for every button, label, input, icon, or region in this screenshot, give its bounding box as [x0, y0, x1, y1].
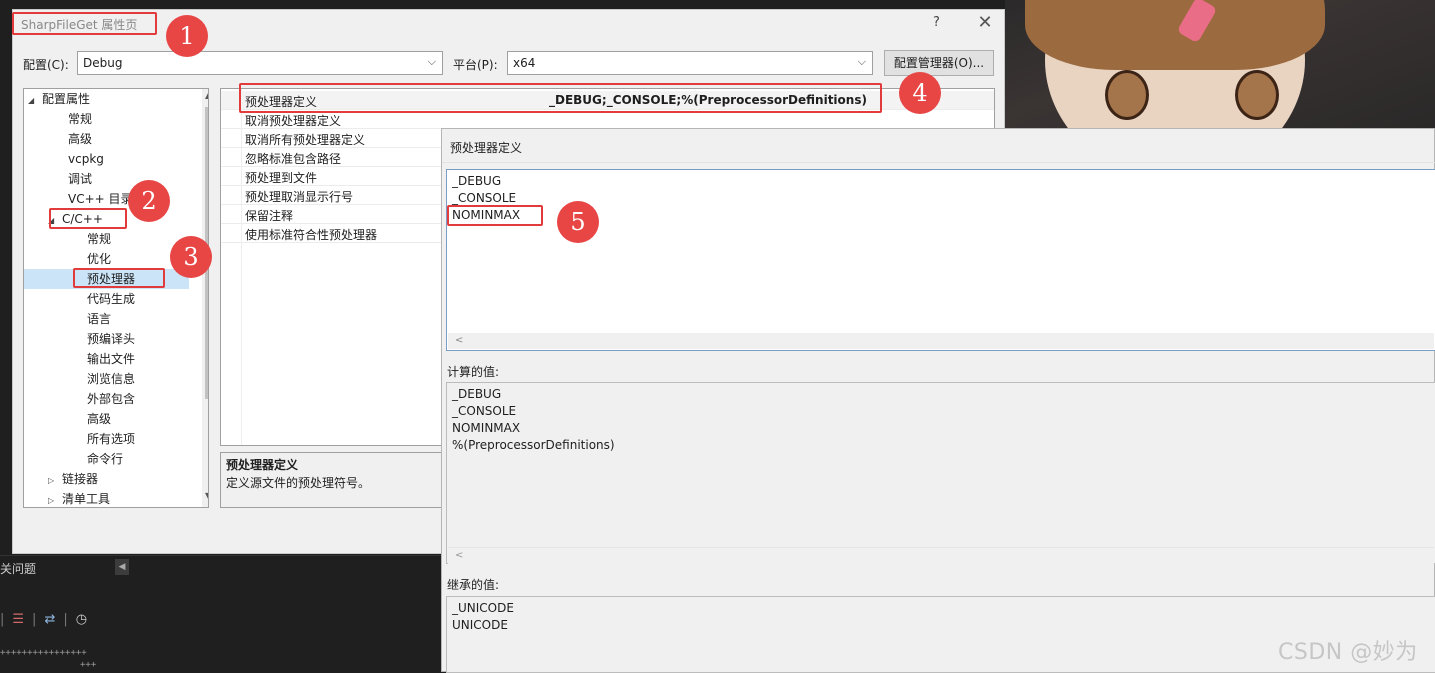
delete-list-icon[interactable]: ☰	[12, 612, 24, 627]
anime-hair	[1025, 0, 1325, 70]
tree-item-cpp-advanced[interactable]: 高级	[87, 409, 111, 429]
collapsed-arrow-icon[interactable]: ▷	[48, 471, 62, 491]
sub-dialog-title: 预处理器定义	[450, 141, 523, 155]
tree-item-label: 链接器	[62, 472, 99, 486]
scroll-left-icon[interactable]: <	[455, 335, 463, 346]
edit-line: _CONSOLE	[452, 191, 517, 205]
tree-item-general[interactable]: 常规	[68, 109, 92, 129]
inherited-values-label: 继承的值:	[447, 578, 500, 592]
grid-row-name: 保留注释	[245, 209, 294, 223]
scroll-down-icon[interactable]: ▼	[205, 491, 208, 500]
watermark: CSDN @妙为	[1278, 640, 1418, 665]
tree-item-command-line[interactable]: 命令行	[87, 449, 123, 469]
config-select[interactable]: Debug ⌵	[77, 51, 443, 75]
separator: |	[63, 611, 68, 627]
definitions-edit-area[interactable]: _DEBUG _CONSOLE NOMINMAX <	[446, 169, 1435, 351]
divider	[442, 162, 1435, 163]
annotation-badge-2: 2	[128, 180, 170, 222]
annotation-box-cpp	[49, 208, 127, 229]
grid-row-name: 预处理取消显示行号	[245, 190, 354, 204]
close-button[interactable]: ✕	[975, 12, 995, 33]
description-title: 预处理器定义	[226, 458, 299, 472]
anime-wallpaper	[1005, 0, 1435, 180]
config-manager-button[interactable]: 配置管理器(O)...	[884, 50, 994, 76]
grid-row-name: 预处理到文件	[245, 171, 318, 185]
annotation-badge-3: 3	[170, 236, 212, 278]
tree-item-optimization[interactable]: 优化	[87, 249, 111, 269]
computed-values-label: 计算的值:	[447, 365, 500, 379]
separator: |	[0, 611, 5, 627]
tree-item-label: 清单工具	[62, 492, 111, 506]
swap-icon[interactable]: ⇄	[44, 612, 55, 627]
collapsed-arrow-icon[interactable]: ▷	[48, 491, 62, 507]
grid-row-name: 取消所有预处理器定义	[245, 133, 366, 147]
tree-item-manifest-tool[interactable]: ▷ 清单工具	[48, 489, 111, 507]
grid-row-name: 使用标准符合性预处理器	[245, 228, 378, 242]
computed-line: %(PreprocessorDefinitions)	[452, 438, 615, 452]
tree-item-all-options[interactable]: 所有选项	[87, 429, 135, 449]
property-tree: ◢ 配置属性 常规 高级 vcpkg 调试 VC++ 目录 ◢ C/C++ 常规 优…	[23, 88, 209, 508]
chevron-down-icon: ⌵	[427, 55, 436, 68]
output-line: +++	[80, 660, 97, 670]
platform-label: 平台(P):	[453, 58, 498, 72]
anime-eye-right	[1235, 70, 1279, 120]
description-panel: 预处理器定义 定义源文件的预处理符号。	[220, 452, 455, 508]
tree-item-label: 配置属性	[42, 92, 91, 106]
config-value: Debug	[83, 56, 123, 70]
panel-toolbar: | ☰ | ⇄ | ◷	[0, 608, 87, 630]
help-button[interactable]: ?	[933, 15, 940, 30]
problems-tab-label[interactable]: 关问题	[0, 560, 36, 577]
annotation-badge-5: 5	[557, 201, 599, 243]
tree-item-language[interactable]: 语言	[87, 309, 111, 329]
expanded-arrow-icon[interactable]: ◢	[28, 91, 42, 111]
scroll-left-icon[interactable]: <	[455, 550, 463, 561]
platform-value: x64	[513, 56, 536, 70]
output-line: ++++++++++++++++	[0, 648, 87, 658]
tree-item-browse-info[interactable]: 浏览信息	[87, 369, 135, 389]
tree-item-precompiled-headers[interactable]: 预编译头	[87, 329, 135, 349]
computed-line: _DEBUG	[452, 387, 502, 401]
anime-eye-left	[1105, 70, 1149, 120]
tree-item-linker[interactable]: ▷ 链接器	[48, 469, 98, 489]
chevron-down-icon: ⌵	[857, 55, 866, 68]
inherited-line: _UNICODE	[452, 601, 514, 615]
annotation-box-preprocessor	[73, 268, 165, 288]
tree-item-vc-directories[interactable]: VC++ 目录	[68, 189, 133, 209]
edit-line: _DEBUG	[452, 174, 502, 188]
config-label: 配置(C):	[23, 58, 69, 72]
annotation-badge-1: 1	[166, 15, 208, 57]
scroll-up-icon[interactable]: ▲	[205, 91, 208, 100]
computed-horizontal-scrollbar[interactable]: <	[448, 547, 1434, 564]
tree-item-vcpkg[interactable]: vcpkg	[68, 149, 104, 169]
inherited-line: UNICODE	[452, 618, 508, 632]
tree-item-cpp-general[interactable]: 常规	[87, 229, 111, 249]
description-text: 定义源文件的预处理符号。	[226, 476, 371, 490]
tree-item-advanced[interactable]: 高级	[68, 129, 92, 149]
clock-icon[interactable]: ◷	[76, 612, 87, 627]
grid-row-name: 忽略标准包含路径	[245, 152, 342, 166]
panel-scroll-left-button[interactable]: ◀	[115, 559, 129, 575]
annotation-box-title	[12, 12, 157, 35]
tree-item-config-properties[interactable]: ◢ 配置属性	[28, 89, 90, 109]
grid-row-name: 取消预处理器定义	[245, 114, 342, 128]
annotation-box-definition-row	[239, 83, 882, 113]
edit-horizontal-scrollbar[interactable]: <	[448, 333, 1434, 349]
tree-item-debugging[interactable]: 调试	[68, 169, 92, 189]
tree-item-code-generation[interactable]: 代码生成	[87, 289, 135, 309]
computed-values-area: _DEBUG _CONSOLE NOMINMAX %(PreprocessorD…	[446, 382, 1435, 564]
computed-line: NOMINMAX	[452, 421, 521, 435]
tree-item-external-includes[interactable]: 外部包含	[87, 389, 135, 409]
separator: |	[32, 611, 37, 627]
computed-line: _CONSOLE	[452, 404, 517, 418]
platform-select[interactable]: x64 ⌵	[507, 51, 873, 75]
annotation-box-nominmax	[447, 205, 543, 226]
annotation-badge-4: 4	[899, 72, 941, 114]
tree-item-output-files[interactable]: 输出文件	[87, 349, 135, 369]
